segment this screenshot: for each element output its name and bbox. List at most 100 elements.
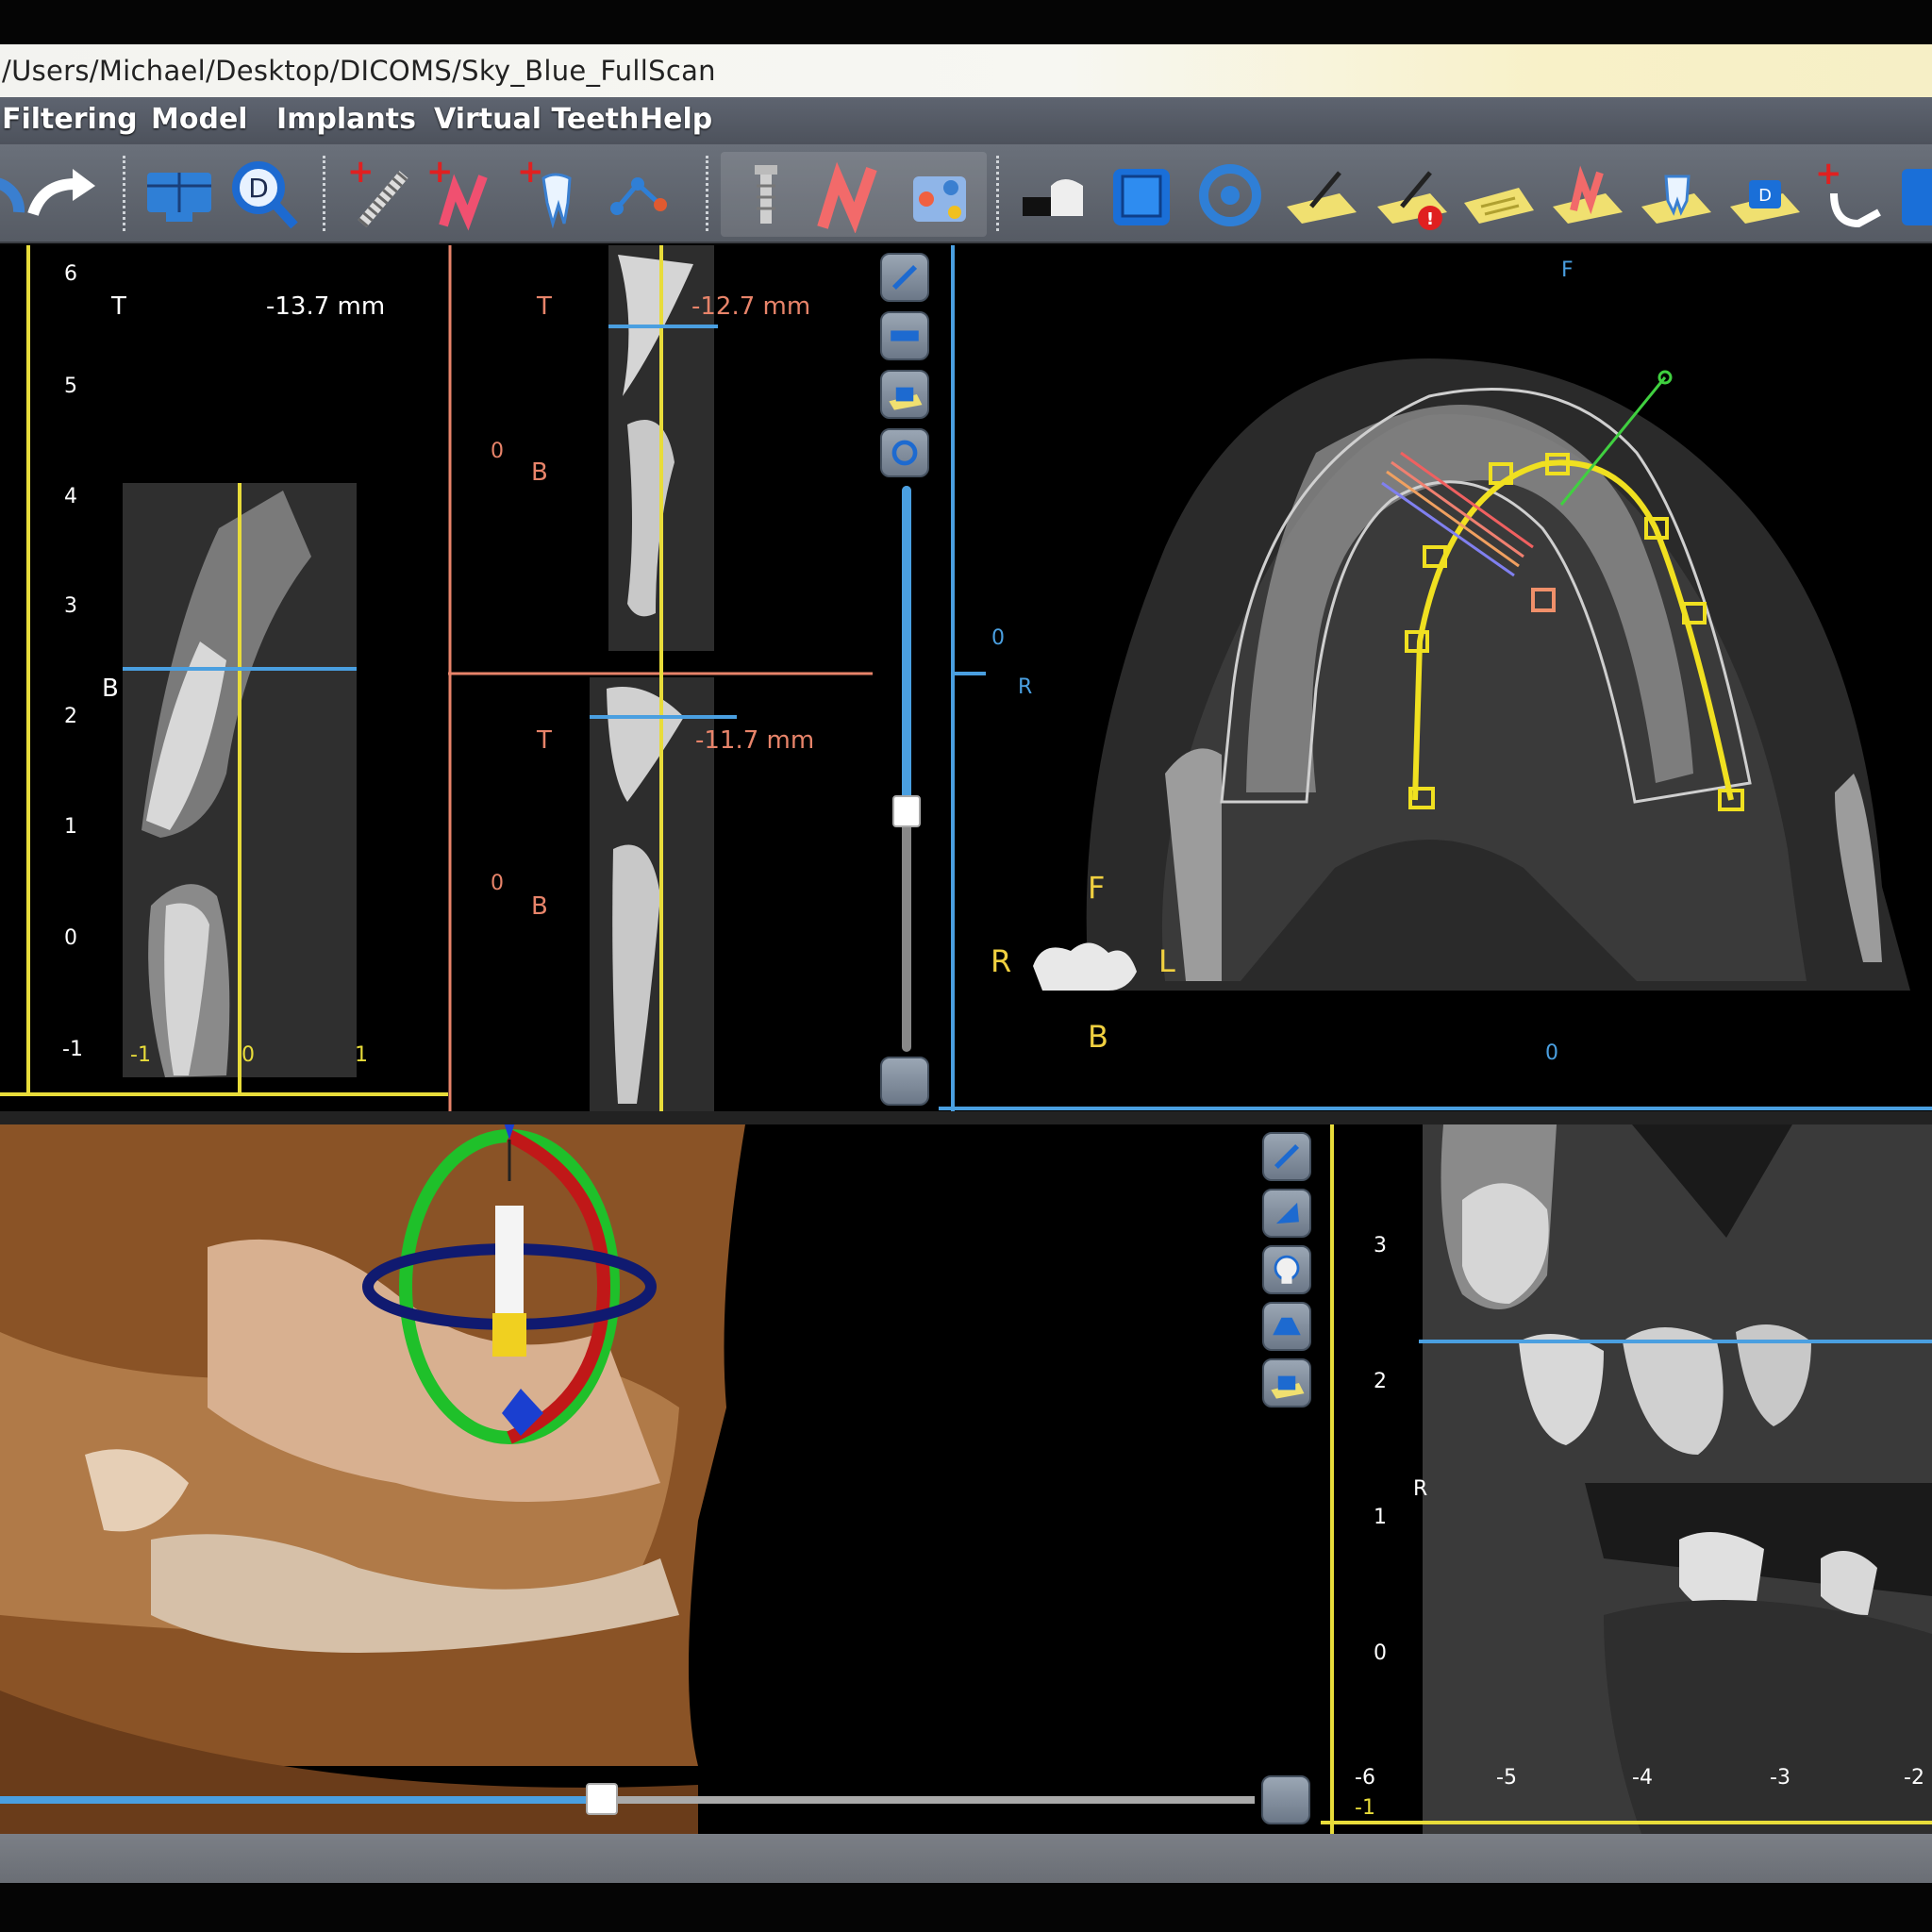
menu-virtual-teeth[interactable]: Virtual Teeth	[434, 103, 639, 136]
upper-zero-label: 0	[491, 440, 504, 463]
edit-icon[interactable]	[1262, 1132, 1311, 1181]
upper-depth-readout: -12.7 mm	[691, 292, 811, 321]
ruler-tick-label: -3	[1770, 1766, 1790, 1790]
status-bar	[0, 1834, 1932, 1883]
top-label: T	[111, 292, 126, 321]
toolbar-separator	[996, 156, 999, 231]
slice-images	[448, 245, 877, 1111]
ruler-tick-label: 1	[1374, 1506, 1387, 1529]
nerve-icon[interactable]	[813, 156, 889, 234]
svg-text:!: !	[1426, 209, 1434, 229]
ruler-tick-label: 1	[64, 815, 77, 839]
ruler-tick-label: -1	[1355, 1796, 1375, 1820]
front-label: F	[1561, 258, 1574, 282]
bottom-label: B	[102, 675, 119, 703]
rotate-icon[interactable]	[880, 428, 929, 477]
add-nerve-icon[interactable]: +	[426, 153, 502, 233]
skull-outline-icon[interactable]	[1192, 156, 1268, 233]
toolbar-separator	[123, 156, 125, 231]
lower-depth-readout: -11.7 mm	[695, 726, 815, 755]
menu-implants[interactable]: Implants	[276, 103, 416, 136]
zero-x-label: 0	[1545, 1041, 1558, 1065]
ruler-tick-label: 6	[64, 262, 77, 286]
ruler-tick-label: 4	[64, 485, 77, 508]
add-arch-icon[interactable]: +	[1813, 155, 1889, 233]
lower-top-label: T	[537, 726, 552, 755]
note-icon[interactable]	[1460, 156, 1536, 233]
slice-slider-thumb[interactable]	[892, 795, 921, 827]
ruler-tick-label: -6	[1355, 1766, 1375, 1790]
cross-section-view[interactable]: T -13.7 mm B 6 5 4 3 2 1 0 -1 -1 0 1	[0, 245, 448, 1111]
ruler-tick-label: 0	[1374, 1641, 1387, 1665]
measure-alert-icon[interactable]: !	[1374, 156, 1449, 233]
brush-icon[interactable]	[1262, 1189, 1311, 1238]
lower-bottom-label: B	[531, 892, 548, 921]
slice-slider-end-button[interactable]	[880, 1057, 929, 1106]
zoom-icon[interactable]: D	[226, 156, 302, 233]
ruler-tick-label: 3	[64, 594, 77, 618]
skull-icon[interactable]	[1262, 1245, 1311, 1294]
menu-bar: Filtering Model Implants Virtual Teeth H…	[0, 97, 1932, 144]
depth-readout: -13.7 mm	[266, 292, 386, 321]
toolbar-separator	[706, 156, 708, 231]
volume-3d-view[interactable]	[0, 1124, 1321, 1834]
scan-note-icon[interactable]: D	[1726, 156, 1802, 233]
svg-text:+: +	[347, 156, 375, 191]
curve-points-icon[interactable]	[604, 156, 679, 233]
svg-text:+: +	[426, 156, 454, 191]
view-divider	[0, 1111, 1932, 1124]
bone-view-icon[interactable]	[1262, 1302, 1311, 1351]
main-toolbar: D + + + ! D +	[0, 144, 1932, 243]
window-title-bar: /Users/Michael/Desktop/DICOMS/Sky_Blue_F…	[0, 44, 1932, 97]
svg-text:+: +	[1815, 156, 1842, 192]
add-implant-icon[interactable]: +	[343, 153, 419, 233]
scan-card-icon[interactable]	[1262, 1358, 1311, 1407]
cube-3d-icon[interactable]	[1106, 156, 1181, 233]
ruler-tick-label: -5	[1496, 1766, 1517, 1790]
orientation-right: R	[991, 943, 1012, 979]
implant-screw-icon[interactable]	[728, 156, 804, 233]
ruler-tick-label: 2	[1374, 1370, 1387, 1393]
ruler-tick-label: 0	[64, 926, 77, 950]
menu-help[interactable]: Help	[640, 103, 712, 136]
axial-view[interactable]: F 0 R 0 F R L B	[939, 245, 1932, 1111]
volume-slider-end-button[interactable]	[1261, 1775, 1310, 1824]
svg-text:D: D	[1758, 186, 1772, 206]
ruler-tick-label: -1	[130, 1043, 151, 1067]
panoramic-view[interactable]: 3 2 1 0 R -1 -6 -5 -4 -3 -2	[1321, 1124, 1932, 1834]
more-icon[interactable]	[1898, 156, 1932, 233]
slice-slider-track[interactable]	[892, 486, 921, 1052]
slice-slider-fill	[902, 486, 911, 811]
upper-top-label: T	[537, 292, 552, 321]
add-tooth-icon[interactable]: +	[517, 153, 592, 233]
edit-icon[interactable]	[880, 253, 929, 302]
volume-slider-thumb[interactable]	[586, 1783, 618, 1815]
ruler-tick-label: -2	[1904, 1766, 1924, 1790]
image-grid-icon[interactable]	[142, 156, 217, 233]
ruler-tick-label: 2	[64, 705, 77, 728]
redo-icon[interactable]	[24, 156, 99, 233]
measure-tool-icon[interactable]	[1283, 156, 1358, 233]
menu-filtering[interactable]: Filtering	[2, 103, 138, 136]
bone-model-icon[interactable]	[1017, 156, 1092, 233]
lower-zero-label: 0	[491, 872, 504, 895]
orientation-back: B	[1088, 1019, 1108, 1055]
model-cube-icon[interactable]	[904, 156, 979, 233]
tooth-note-icon[interactable]	[1638, 156, 1713, 233]
scan-card-icon[interactable]	[880, 370, 929, 419]
file-path-title: /Users/Michael/Desktop/DICOMS/Sky_Blue_F…	[2, 55, 716, 87]
slice-views[interactable]: T -12.7 mm 0 B T -11.7 mm 0 B	[448, 245, 882, 1111]
slice-band-icon[interactable]	[880, 311, 929, 360]
ruler-tick-label: 1	[355, 1043, 368, 1067]
app-window: /Users/Michael/Desktop/DICOMS/Sky_Blue_F…	[0, 0, 1932, 1932]
orientation-front: F	[1088, 870, 1106, 906]
svg-text:D: D	[248, 173, 269, 204]
ruler-tick-label: 5	[64, 375, 77, 398]
slice-control-column	[873, 245, 939, 1111]
right-label: R	[1413, 1477, 1428, 1501]
zero-y-label: 0	[991, 626, 1005, 650]
nerve-note-icon[interactable]	[1549, 156, 1624, 233]
upper-bottom-label: B	[531, 458, 548, 487]
menu-model[interactable]: Model	[151, 103, 248, 136]
ruler-tick-label: -1	[62, 1038, 83, 1061]
